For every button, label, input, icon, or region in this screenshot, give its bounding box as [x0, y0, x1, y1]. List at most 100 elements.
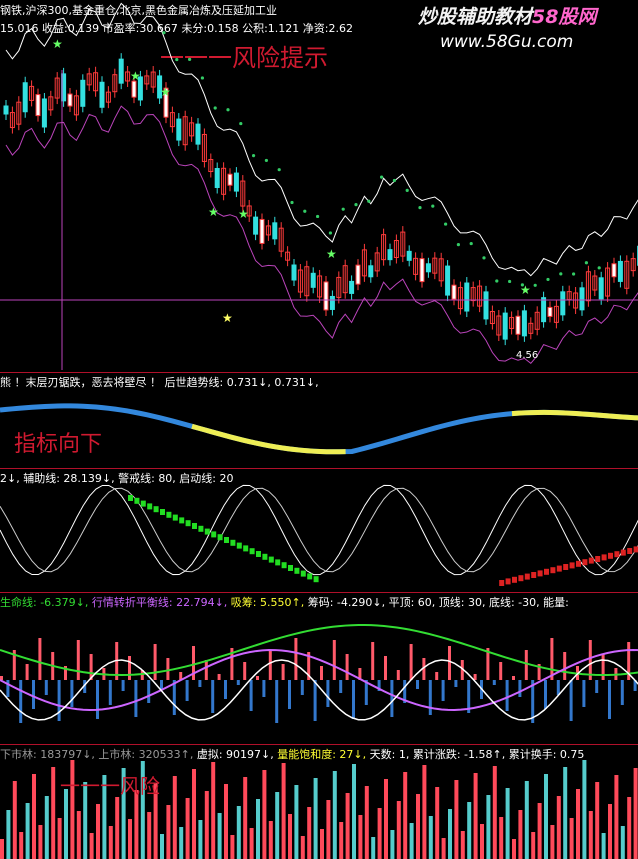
energy-bar — [172, 680, 176, 715]
oscillator-slow — [0, 487, 638, 573]
energy-bar — [544, 680, 547, 709]
volume-bar — [505, 788, 510, 859]
indicator3-seg-6: 底线: -30, — [485, 596, 540, 609]
volume-bar — [416, 794, 420, 859]
candle-body — [560, 291, 566, 316]
signal-block — [608, 552, 613, 559]
trail-dot — [239, 121, 243, 126]
volume-bar — [480, 824, 484, 859]
energy-bar — [601, 654, 605, 680]
candle-body — [291, 264, 297, 281]
energy-bar — [262, 680, 266, 697]
trail-dot — [226, 108, 230, 112]
energy-bar — [563, 652, 567, 680]
signal-block — [147, 503, 153, 510]
candle-body — [611, 263, 617, 278]
energy-bar — [499, 662, 503, 680]
volume-bar — [499, 817, 504, 859]
volume-bar — [89, 833, 94, 859]
candle-body — [502, 312, 508, 340]
volume-bar — [288, 814, 292, 859]
volume-bar — [358, 815, 363, 859]
energy-bar — [96, 680, 99, 719]
signal-block — [243, 545, 249, 552]
energy-bar — [147, 680, 151, 703]
energy-bar — [288, 680, 291, 709]
volume-bar — [64, 789, 68, 859]
signal-block — [563, 564, 569, 570]
star-marker: ★ — [520, 283, 531, 297]
volume-seg-4: 天数: 1, — [366, 748, 410, 761]
candle-body — [214, 167, 220, 188]
energy-bar — [416, 680, 419, 689]
indicator3-seg-0: 生命线: -6.379↓, — [0, 596, 89, 609]
volume-bar — [537, 803, 542, 859]
candle-body — [445, 265, 451, 296]
volume-bar — [281, 763, 286, 859]
candle-body — [521, 310, 527, 337]
volume-bar — [595, 782, 600, 859]
signal-block — [537, 570, 543, 577]
volume-bar — [620, 826, 625, 859]
candle-body — [227, 173, 233, 186]
volume-bar — [268, 821, 273, 859]
trail-dot — [597, 266, 601, 270]
volume-bar — [556, 796, 561, 859]
candle-body — [617, 260, 623, 282]
volume-bar — [633, 768, 638, 859]
energy-bar — [371, 642, 375, 680]
energy-bar — [556, 680, 560, 695]
energy-bar — [243, 662, 247, 680]
volume-bar — [364, 786, 369, 859]
indicator3-seg-4: 平顶: 60, — [385, 596, 436, 609]
volume-bar — [454, 780, 459, 859]
signal-block — [499, 580, 505, 586]
signal-block — [166, 511, 172, 518]
volume-bar — [32, 774, 36, 859]
indicator1-note: 指标向下 — [14, 432, 103, 457]
energy-bar — [428, 680, 432, 715]
trail-dot — [367, 199, 371, 203]
volume-bar — [313, 778, 318, 859]
volume-bar — [256, 799, 260, 859]
volume-bar — [441, 838, 446, 859]
signal-block — [249, 548, 255, 555]
signal-block — [300, 570, 306, 577]
candle-body — [118, 58, 124, 84]
volume-bar — [294, 785, 299, 859]
volume-bar — [550, 825, 555, 859]
volume-bar — [409, 823, 414, 859]
volume-bar — [460, 831, 465, 859]
energy-bar — [268, 650, 272, 680]
star-marker: ★ — [130, 69, 141, 83]
volume-bar — [172, 776, 177, 859]
volume-bar — [179, 827, 184, 859]
energy-bar — [19, 680, 23, 723]
trail-dot — [188, 57, 192, 61]
life-line — [0, 624, 638, 676]
energy-bar — [300, 680, 304, 695]
volume-bar — [147, 812, 152, 859]
volume-bar — [217, 813, 222, 859]
trail-dot — [456, 243, 460, 247]
candle-body — [329, 295, 335, 310]
trail-dot — [482, 256, 486, 260]
signal-block — [204, 528, 210, 535]
energy-bar — [153, 644, 157, 680]
indicator3-seg-2: 吸筹: 5.550↑, — [227, 596, 305, 609]
trail-dot — [469, 241, 473, 246]
indicator3-seg-3: 筹码: -4.290↓, — [304, 596, 386, 609]
signal-block — [294, 567, 300, 574]
volume-bar — [390, 830, 395, 859]
energy-bar — [435, 672, 439, 680]
upper-band — [5, 2, 638, 277]
star-marker: ★ — [222, 311, 233, 325]
trail-dot — [316, 214, 320, 219]
energy-bar — [518, 680, 522, 697]
signal-block — [518, 575, 524, 582]
signal-block — [288, 565, 293, 571]
signal-block — [601, 554, 607, 561]
volume-bar — [262, 770, 267, 859]
indicator2-title: 2↓, 辅助线: 28.139↓, 警戒线: 80, 启动线: 20 — [0, 472, 234, 485]
trail-dot — [277, 168, 281, 172]
